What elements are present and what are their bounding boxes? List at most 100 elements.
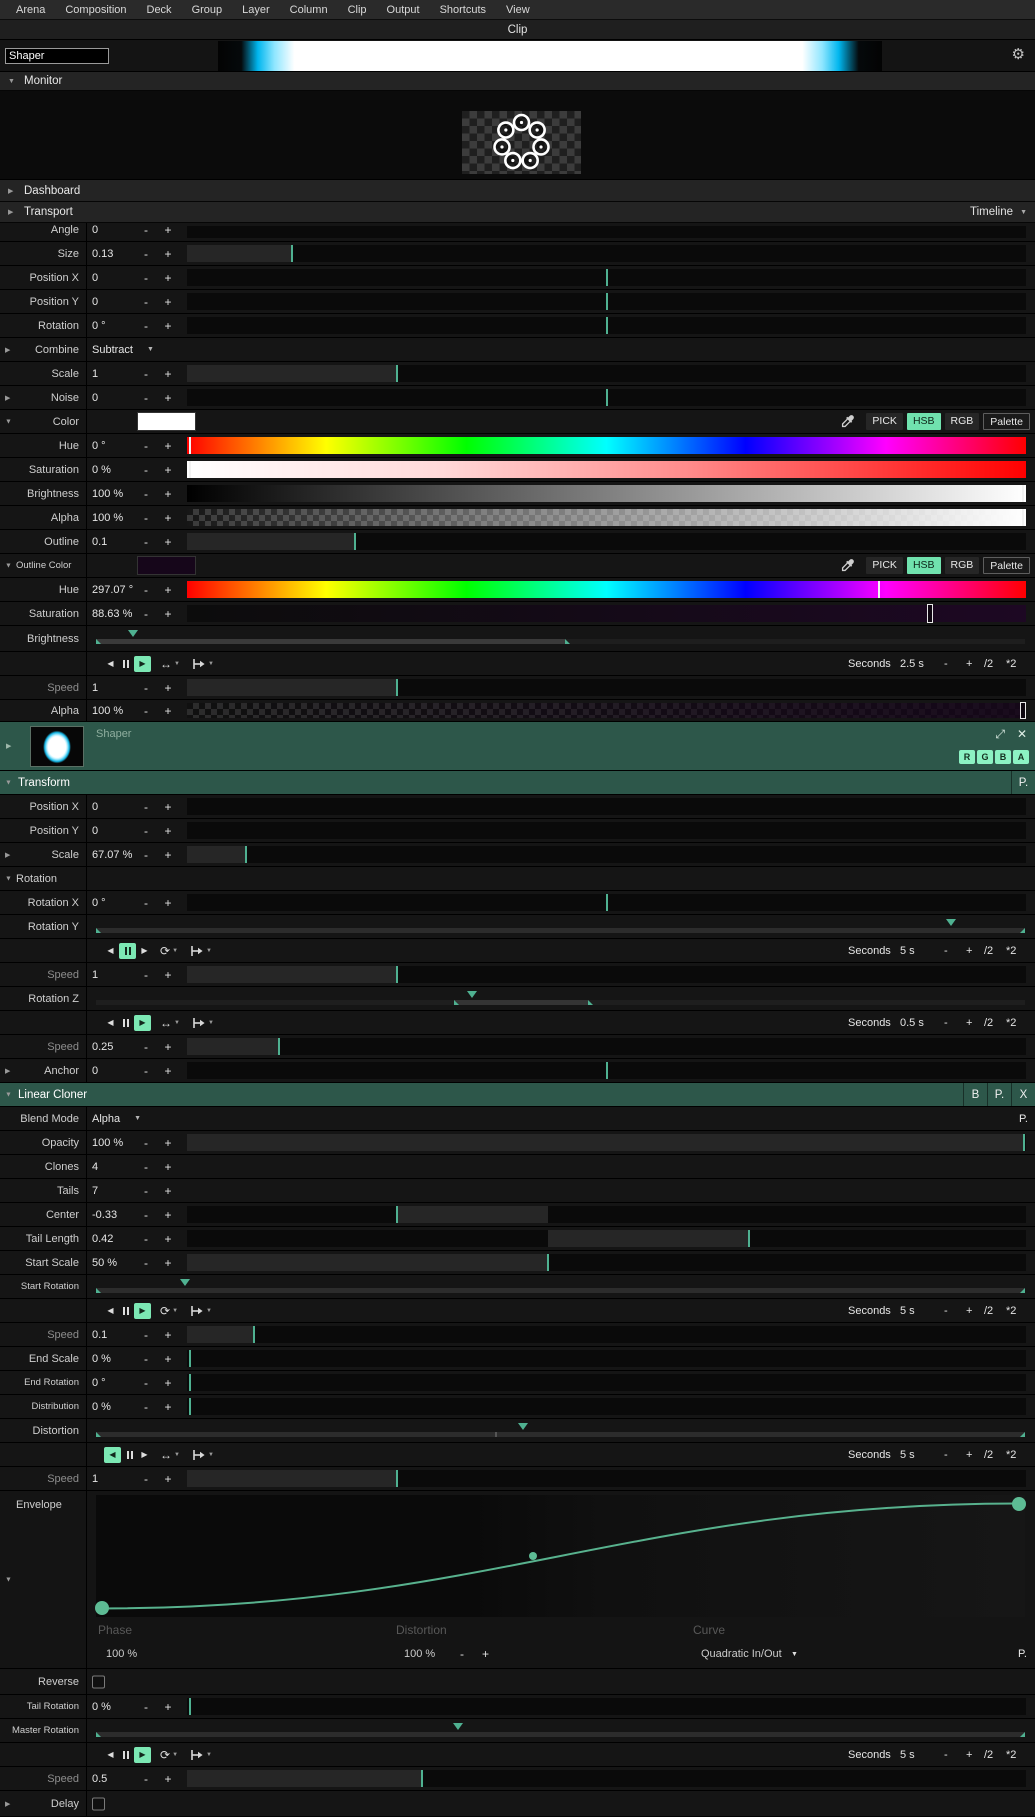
hue-slider[interactable] <box>187 437 1026 454</box>
param-value[interactable]: 0 <box>92 266 98 289</box>
menu-item-output[interactable]: Output <box>377 4 430 16</box>
increment-button[interactable]: + <box>160 891 176 914</box>
collapse-arrow-icon[interactable]: ▼ <box>5 875 12 882</box>
param-value[interactable]: 1 <box>92 362 98 385</box>
chevron-down-icon[interactable]: ▼ <box>791 1643 798 1665</box>
param-value[interactable]: 50 % <box>92 1251 117 1274</box>
decrement-button[interactable]: - <box>138 1371 154 1394</box>
param-value[interactable]: 1 <box>92 676 98 699</box>
scale-slider[interactable] <box>187 365 1026 382</box>
param-value[interactable]: 100 % <box>92 700 123 721</box>
duration-value[interactable]: 2.5 s <box>900 652 924 675</box>
duration-double-button[interactable]: *2 <box>1006 1443 1016 1466</box>
decrement-button[interactable]: - <box>138 1131 154 1154</box>
loop-mode-icon[interactable]: ⟳ <box>160 1304 170 1318</box>
menu-item-layer[interactable]: Layer <box>232 4 280 16</box>
param-value[interactable]: 100 % <box>92 482 123 505</box>
channel-button-b[interactable]: B <box>995 750 1011 764</box>
decrement-button[interactable]: - <box>460 1643 464 1665</box>
increment-button[interactable]: + <box>160 1131 176 1154</box>
color-mode-button-hsb[interactable]: HSB <box>907 413 941 430</box>
play-backwards-button[interactable]: ◀ <box>103 1015 118 1031</box>
speed-slider[interactable] <box>187 679 1026 696</box>
menu-item-group[interactable]: Group <box>182 4 233 16</box>
increment-button[interactable]: + <box>160 434 176 457</box>
clip-name-input[interactable] <box>5 48 109 64</box>
params-button[interactable]: P. <box>1018 1643 1027 1665</box>
pause-button[interactable] <box>119 943 136 959</box>
color-mode-button-rgb[interactable]: RGB <box>945 413 980 430</box>
timeline-mode-icon[interactable] <box>192 1449 206 1461</box>
menu-item-view[interactable]: View <box>496 4 540 16</box>
increment-button[interactable]: + <box>160 458 176 481</box>
expand-arrow-icon[interactable]: ▶ <box>5 1067 10 1075</box>
checkbox-reverse[interactable] <box>92 1675 105 1688</box>
noise-slider[interactable] <box>187 389 1026 406</box>
duration-value[interactable]: 5 s <box>900 1299 915 1322</box>
decrement-button[interactable]: - <box>138 1035 154 1058</box>
menu-item-shortcuts[interactable]: Shortcuts <box>430 4 496 16</box>
position-x-slider[interactable] <box>187 269 1026 286</box>
bounce-mode-icon[interactable]: ↔ <box>160 1448 172 1462</box>
tail-rotation-slider[interactable] <box>187 1698 1026 1715</box>
decrement-button[interactable]: - <box>138 843 154 866</box>
end-scale-slider[interactable] <box>187 1350 1026 1367</box>
saturation-slider[interactable] <box>187 605 1026 622</box>
chevron-down-icon[interactable]: ▼ <box>208 1020 214 1026</box>
collapse-arrow-icon[interactable]: ▼ <box>5 562 12 569</box>
increment-button[interactable]: + <box>160 362 176 385</box>
envelope-field-value-phase[interactable]: 100 % <box>106 1643 137 1665</box>
duration-decrement-button[interactable]: - <box>944 652 948 675</box>
chevron-down-icon[interactable]: ▼ <box>206 1308 212 1314</box>
decrement-button[interactable]: - <box>138 578 154 601</box>
play-backwards-button[interactable]: ◀ <box>103 656 118 672</box>
chevron-down-icon[interactable]: ▼ <box>172 1752 178 1758</box>
speed-slider[interactable] <box>187 1770 1026 1787</box>
rotation-x-slider[interactable] <box>187 894 1026 911</box>
channel-button-a[interactable]: A <box>1013 750 1029 764</box>
color-mode-button-rgb[interactable]: RGB <box>945 557 980 574</box>
decrement-button[interactable]: - <box>138 1467 154 1490</box>
param-value[interactable]: 0.13 <box>92 242 113 265</box>
play-button[interactable]: ▶ <box>134 656 151 672</box>
decrement-button[interactable]: - <box>138 1179 154 1202</box>
duration-half-button[interactable]: /2 <box>984 652 993 675</box>
param-value[interactable]: -0.33 <box>92 1203 117 1226</box>
duration-double-button[interactable]: *2 <box>1006 1743 1016 1766</box>
chevron-down-icon[interactable]: ▼ <box>174 1452 180 1458</box>
decrement-button[interactable]: - <box>138 891 154 914</box>
decrement-button[interactable]: - <box>138 386 154 409</box>
chevron-down-icon[interactable]: ▼ <box>208 661 214 667</box>
chevron-down-icon[interactable]: ▼ <box>1020 209 1027 216</box>
increment-button[interactable]: + <box>160 266 176 289</box>
duration-value[interactable]: 5 s <box>900 1743 915 1766</box>
close-icon[interactable]: ✕ <box>1017 727 1027 742</box>
pause-button[interactable] <box>122 1447 137 1463</box>
start-rotation-timeline[interactable] <box>96 1288 1025 1293</box>
increment-button[interactable]: + <box>160 1395 176 1418</box>
increment-button[interactable]: + <box>160 1371 176 1394</box>
color-mode-button-palette[interactable]: Palette <box>983 413 1030 430</box>
duration-increment-button[interactable]: + <box>966 1011 972 1034</box>
playhead-marker[interactable] <box>128 630 138 637</box>
decrement-button[interactable]: - <box>138 795 154 818</box>
duration-decrement-button[interactable]: - <box>944 1443 948 1466</box>
decrement-button[interactable]: - <box>138 1227 154 1250</box>
chevron-down-icon[interactable]: ▼ <box>206 948 212 954</box>
timeline-mode-icon[interactable] <box>190 945 204 957</box>
param-value[interactable]: 0 <box>92 223 98 241</box>
increment-button[interactable]: + <box>160 1323 176 1346</box>
chevron-down-icon[interactable]: ▼ <box>208 1452 214 1458</box>
rotation-slider[interactable] <box>187 317 1026 334</box>
end-rotation-slider[interactable] <box>187 1374 1026 1391</box>
duration-double-button[interactable]: *2 <box>1006 1299 1016 1322</box>
pause-button[interactable] <box>118 1303 133 1319</box>
position-x-slider[interactable] <box>187 798 1026 815</box>
expand-arrow-icon[interactable]: ▶ <box>5 394 10 402</box>
monitor-section-header[interactable]: ▼ Monitor <box>0 72 1035 91</box>
duration-decrement-button[interactable]: - <box>944 939 948 962</box>
envelope-graph[interactable] <box>96 1495 1025 1617</box>
start-scale-slider[interactable] <box>187 1254 1026 1271</box>
timeline-mode-icon[interactable] <box>190 1749 204 1761</box>
param-value[interactable]: 1 <box>92 1467 98 1490</box>
